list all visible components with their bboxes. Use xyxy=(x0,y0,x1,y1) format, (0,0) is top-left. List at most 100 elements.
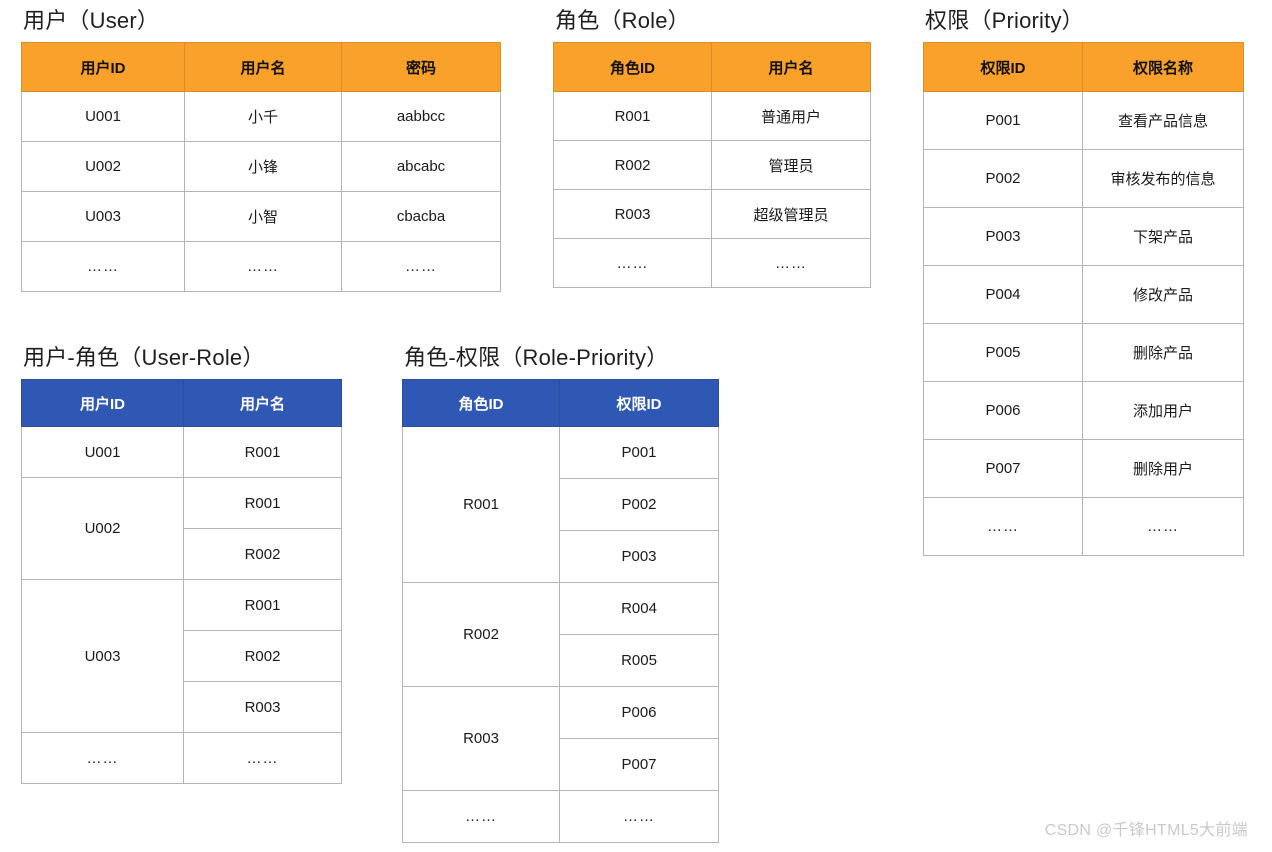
table-row: R003 超级管理员 xyxy=(553,189,871,239)
table-cell: 添加用户 xyxy=(1082,381,1244,440)
table-cell: abcabc xyxy=(341,141,501,192)
table-role-priority: 角色ID 权限ID R001 P001 P002 P003 R002 R004 R005 R0… xyxy=(402,379,719,843)
table-row: U003 小智 cbacba xyxy=(21,191,501,242)
table-cell: P007 xyxy=(923,439,1083,498)
table-cell: …… xyxy=(923,497,1083,556)
table-cell: P003 xyxy=(923,207,1083,266)
table-cell: R005 xyxy=(559,634,719,687)
table-cell: R002 xyxy=(553,140,712,190)
table-cell: P007 xyxy=(559,738,719,791)
column-header: 用户ID xyxy=(21,379,184,427)
table-row: R003 P006 xyxy=(402,686,719,791)
table-cell-group-key: U001 xyxy=(21,426,184,478)
table-role: 角色ID 用户名 R001 普通用户 R002 管理员 R003 超级管理员 …… xyxy=(553,42,871,288)
table-cell-group-key: R003 xyxy=(402,686,560,791)
table-title-user: 用户（User） xyxy=(23,8,160,33)
table-cell: P004 xyxy=(923,265,1083,324)
column-header: 权限ID xyxy=(923,42,1083,92)
table-cell: 小锋 xyxy=(184,141,342,192)
diagram-canvas: 用户（User） 用户ID 用户名 密码 U001 小千 aabbcc U002… xyxy=(0,0,1272,852)
table-cell: R001 xyxy=(183,477,342,529)
table-body-grouped: U001 R001 U002 R001 R002 U003 R001 R002 R003………… xyxy=(21,426,342,784)
table-row: P002 审核发布的信息 xyxy=(923,149,1244,208)
table-title-role-priority: 角色-权限（Role-Priority） xyxy=(404,345,669,370)
table-cell-group-key: U002 xyxy=(21,477,184,580)
table-row: P004 修改产品 xyxy=(923,265,1244,324)
column-header: 用户ID xyxy=(21,42,185,92)
table-row: P001 查看产品信息 xyxy=(923,91,1244,150)
table-cell-group-key: R002 xyxy=(402,582,560,687)
table-cell: P005 xyxy=(923,323,1083,382)
table-cell: 小智 xyxy=(184,191,342,242)
table-cell: R003 xyxy=(183,681,342,733)
table-row-ellipsis: …… …… …… xyxy=(21,241,501,292)
table-cell: P006 xyxy=(559,686,719,739)
table-row: U002 R001 xyxy=(21,477,342,580)
table-cell: …… xyxy=(559,790,719,843)
table-row: R002 管理员 xyxy=(553,140,871,190)
table-row: ………… xyxy=(21,732,342,784)
column-header: 用户名 xyxy=(183,379,342,427)
table-cell: …… xyxy=(711,238,871,288)
table-cell: R002 xyxy=(183,630,342,682)
column-header: 密码 xyxy=(341,42,501,92)
table-cell: P001 xyxy=(923,91,1083,150)
table-title-priority: 权限（Priority） xyxy=(925,8,1084,33)
table-block-user-role: 用户-角色（User-Role） 用户ID 用户名 U001 R001 U002 R0… xyxy=(21,345,342,784)
table-cell: 超级管理员 xyxy=(711,189,871,239)
table-title-user-role: 用户-角色（User-Role） xyxy=(23,345,265,370)
table-cell: 修改产品 xyxy=(1082,265,1244,324)
table-priority: 权限ID 权限名称 P001 查看产品信息 P002 审核发布的信息 P003 … xyxy=(923,42,1244,556)
table-cell: …… xyxy=(183,732,342,784)
table-row: P005 删除产品 xyxy=(923,323,1244,382)
column-header: 角色ID xyxy=(553,42,712,92)
table-user-role: 用户ID 用户名 U001 R001 U002 R001 R002 U003 R001 R00… xyxy=(21,379,342,784)
table-cell-group-key: U003 xyxy=(21,579,184,733)
table-row: P007 删除用户 xyxy=(923,439,1244,498)
table-row: P003 下架产品 xyxy=(923,207,1244,266)
table-header-row: 角色ID 用户名 xyxy=(553,42,871,92)
table-row: R002 R004 xyxy=(402,582,719,687)
table-cell: 管理员 xyxy=(711,140,871,190)
table-cell: U002 xyxy=(21,141,185,192)
table-cell: R001 xyxy=(183,426,342,478)
table-cell: aabbcc xyxy=(341,91,501,142)
table-row-ellipsis: …… …… xyxy=(553,238,871,288)
table-cell: 审核发布的信息 xyxy=(1082,149,1244,208)
table-row: P006 添加用户 xyxy=(923,381,1244,440)
table-cell: R003 xyxy=(553,189,712,239)
table-cell: 下架产品 xyxy=(1082,207,1244,266)
table-cell: U003 xyxy=(21,191,185,242)
table-row: R001 普通用户 xyxy=(553,91,871,141)
table-cell: 小千 xyxy=(184,91,342,142)
table-title-role: 角色（Role） xyxy=(555,8,690,33)
table-cell: R004 xyxy=(559,582,719,635)
table-cell: …… xyxy=(341,241,501,292)
table-block-user: 用户（User） 用户ID 用户名 密码 U001 小千 aabbcc U002… xyxy=(21,8,501,292)
table-header-row: 权限ID 权限名称 xyxy=(923,42,1244,92)
table-cell: R002 xyxy=(183,528,342,580)
table-cell-group-key: …… xyxy=(21,732,184,784)
table-cell-group-key: R001 xyxy=(402,426,560,583)
column-header: 权限名称 xyxy=(1082,42,1244,92)
watermark: CSDN @千锋HTML5大前端 xyxy=(1044,822,1248,839)
table-cell: …… xyxy=(21,241,185,292)
table-cell: P002 xyxy=(559,478,719,531)
table-cell: P001 xyxy=(559,426,719,479)
table-cell: U001 xyxy=(21,91,185,142)
table-row: ………… xyxy=(402,790,719,843)
table-cell: cbacba xyxy=(341,191,501,242)
table-header-row: 用户ID 用户名 xyxy=(21,379,342,427)
table-cell: P003 xyxy=(559,530,719,583)
table-cell-group-key: …… xyxy=(402,790,560,843)
table-body-grouped: R001 P001 P002 P003 R002 R004 R005 R003 P006 P007… xyxy=(402,426,719,843)
column-header: 用户名 xyxy=(711,42,871,92)
table-row: R001 P001 xyxy=(402,426,719,583)
table-header-row: 用户ID 用户名 密码 xyxy=(21,42,501,92)
table-block-priority: 权限（Priority） 权限ID 权限名称 P001 查看产品信息 P002 … xyxy=(923,8,1244,556)
table-cell: 删除产品 xyxy=(1082,323,1244,382)
column-header: 用户名 xyxy=(184,42,342,92)
table-cell: 删除用户 xyxy=(1082,439,1244,498)
table-header-row: 角色ID 权限ID xyxy=(402,379,719,427)
column-header: 角色ID xyxy=(402,379,560,427)
